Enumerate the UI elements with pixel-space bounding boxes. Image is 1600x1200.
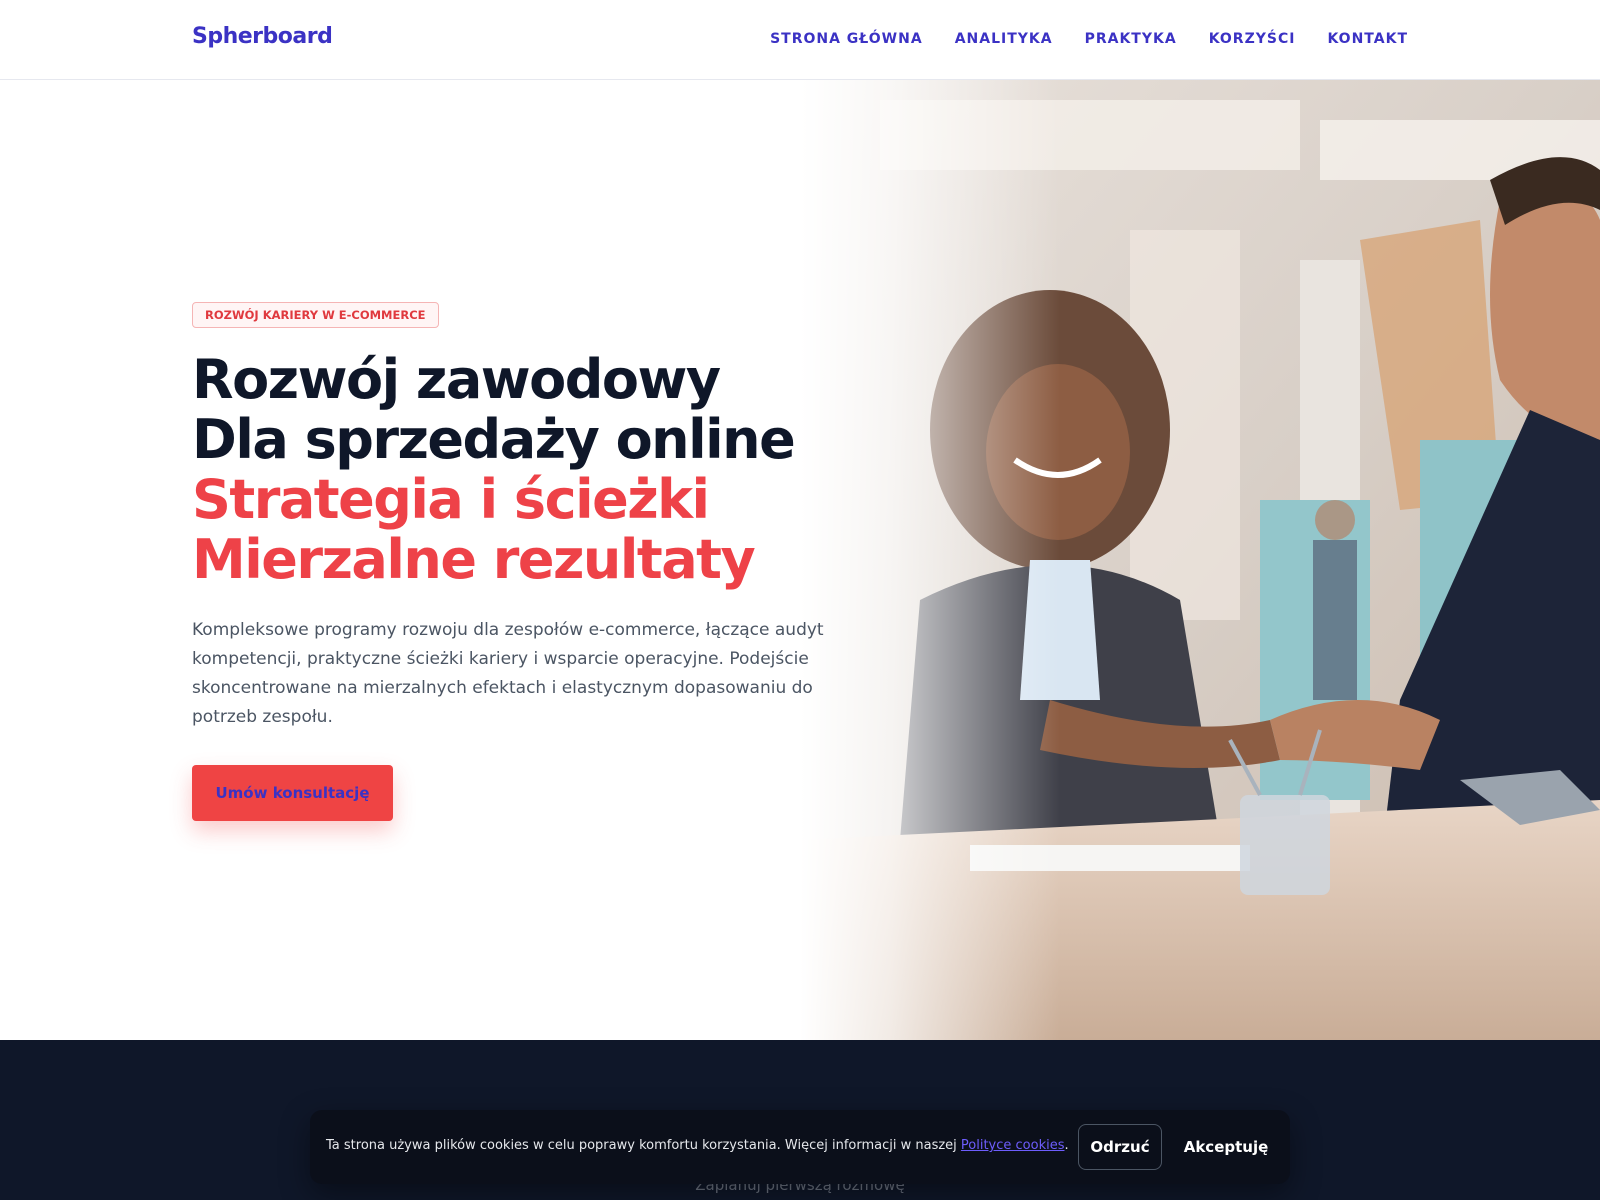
nav-item-practice[interactable]: PRAKTYKA — [1085, 31, 1177, 47]
hero-section: ROZWÓJ KARIERY W E-COMMERCE Rozwój zawod… — [0, 80, 1600, 1040]
cookie-banner: Ta strona używa plików cookies w celu po… — [310, 1110, 1290, 1184]
nav-item-benefits[interactable]: KORZYŚCI — [1209, 31, 1296, 47]
cookie-message: Ta strona używa plików cookies w celu po… — [326, 1138, 961, 1153]
nav-item-contact[interactable]: KONTAKT — [1327, 31, 1408, 47]
hero-title-accent-1: Strategia i ścieżki — [192, 468, 710, 531]
hero-title-accent-2: Mierzalne rezultaty — [192, 528, 756, 591]
logo[interactable]: Spherboard — [192, 24, 333, 49]
cookie-text: Ta strona używa plików cookies w celu po… — [326, 1138, 1069, 1153]
hero-title-main: Rozwój zawodowy Dla sprzedaży online — [192, 348, 796, 471]
hero-lead: Kompleksowe programy rozwoju dla zespołó… — [192, 620, 824, 727]
consultation-button[interactable]: Umów konsultację — [192, 765, 393, 821]
nav-item-home[interactable]: STRONA GŁÓWNA — [770, 31, 923, 47]
cookie-accept-button[interactable]: Akceptuję — [1176, 1124, 1276, 1170]
hero-badge: ROZWÓJ KARIERY W E-COMMERCE — [192, 302, 439, 328]
site-header: Spherboard STRONA GŁÓWNA ANALITYKA PRAKT… — [0, 0, 1600, 80]
nav-item-analytics[interactable]: ANALITYKA — [955, 31, 1053, 47]
photo-fade-overlay — [800, 80, 1060, 1040]
main-nav: STRONA GŁÓWNA ANALITYKA PRAKTYKA KORZYŚC… — [770, 31, 1408, 47]
cookie-policy-link[interactable]: Polityce cookies — [961, 1138, 1065, 1153]
cookie-message-end: . — [1064, 1138, 1069, 1153]
hero-title: Rozwój zawodowy Dla sprzedaży online Str… — [192, 350, 832, 590]
cookie-reject-button[interactable]: Odrzuć — [1078, 1124, 1162, 1170]
